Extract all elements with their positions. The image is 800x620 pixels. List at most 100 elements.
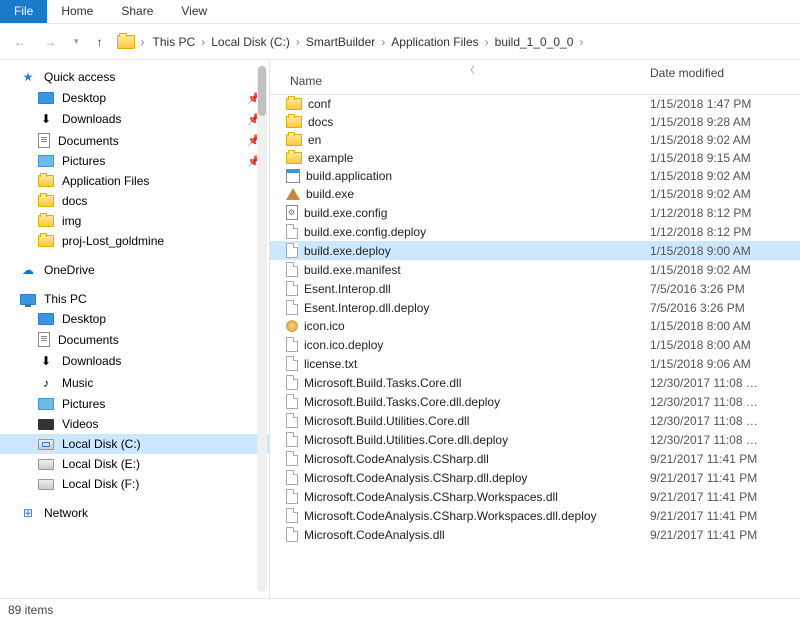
file-name: en — [308, 133, 650, 147]
nav-back[interactable]: ← — [10, 33, 30, 51]
tree-item[interactable]: ⬇Downloads📌 — [0, 108, 269, 130]
network-icon: ⊞ — [20, 505, 36, 521]
file-date: 12/30/2017 11:08 … — [650, 376, 800, 390]
file-row[interactable]: example1/15/2018 9:15 AM — [270, 149, 800, 167]
tree-this-pc[interactable]: This PC — [0, 289, 269, 309]
tree-item[interactable]: Desktop📌 — [0, 88, 269, 108]
file-icon — [286, 375, 298, 390]
chevron-right-icon[interactable]: › — [575, 35, 587, 49]
chevron-right-icon[interactable]: › — [197, 35, 209, 49]
file-row[interactable]: build.exe.config.deploy1/12/2018 8:12 PM — [270, 222, 800, 241]
file-row[interactable]: Microsoft.CodeAnalysis.CSharp.Workspaces… — [270, 487, 800, 506]
file-icon — [286, 300, 298, 315]
file-name: example — [308, 151, 650, 165]
file-row[interactable]: docs1/15/2018 9:28 AM — [270, 113, 800, 131]
tab-view[interactable]: View — [167, 0, 221, 23]
nav-up[interactable]: ↑ — [93, 33, 107, 51]
file-icon — [286, 281, 298, 296]
file-row[interactable]: build.exe.config1/12/2018 8:12 PM — [270, 203, 800, 222]
file-row[interactable]: Microsoft.Build.Tasks.Core.dll.deploy12/… — [270, 392, 800, 411]
tab-share[interactable]: Share — [107, 0, 167, 23]
chevron-right-icon[interactable]: › — [137, 35, 149, 49]
tree-item[interactable]: Local Disk (E:) — [0, 454, 269, 474]
ico-icon — [286, 320, 298, 332]
tree-item[interactable]: proj-Lost_goldmine — [0, 231, 269, 251]
document-icon — [38, 133, 50, 148]
file-name: Microsoft.CodeAnalysis.CSharp.dll.deploy — [304, 471, 650, 485]
chevron-right-icon[interactable]: › — [481, 35, 493, 49]
file-date: 9/21/2017 11:41 PM — [650, 528, 800, 542]
file-name: build.exe.manifest — [304, 263, 650, 277]
folder-icon — [286, 152, 302, 164]
breadcrumb-segment[interactable]: SmartBuilder — [304, 33, 377, 51]
tree-quick-access[interactable]: ★ Quick access — [0, 66, 269, 88]
tree-onedrive[interactable]: ☁ OneDrive — [0, 259, 269, 281]
file-row[interactable]: icon.ico1/15/2018 8:00 AM — [270, 317, 800, 335]
scrollbar[interactable] — [257, 66, 267, 592]
file-row[interactable]: conf1/15/2018 1:47 PM — [270, 95, 800, 113]
tree-item[interactable]: Application Files — [0, 171, 269, 191]
tree-item[interactable]: docs — [0, 191, 269, 211]
file-row[interactable]: build.exe1/15/2018 9:02 AM — [270, 185, 800, 203]
tree-item[interactable]: img — [0, 211, 269, 231]
file-row[interactable]: Esent.Interop.dll.deploy7/5/2016 3:26 PM — [270, 298, 800, 317]
file-icon — [286, 489, 298, 504]
file-name: build.exe — [306, 187, 650, 201]
file-name: Esent.Interop.dll — [304, 282, 650, 296]
breadcrumb[interactable]: › This PC›Local Disk (C:)›SmartBuilder›A… — [117, 35, 588, 49]
file-date: 9/21/2017 11:41 PM — [650, 452, 800, 466]
tree-item[interactable]: Desktop — [0, 309, 269, 329]
file-row[interactable]: build.exe.manifest1/15/2018 9:02 AM — [270, 260, 800, 279]
file-icon — [286, 527, 298, 542]
breadcrumb-segment[interactable]: This PC — [151, 33, 198, 51]
music-icon: ♪ — [38, 375, 54, 391]
tab-home[interactable]: Home — [47, 0, 107, 23]
col-date[interactable]: Date modified — [650, 66, 800, 88]
tab-file[interactable]: File — [0, 0, 47, 23]
nav-forward[interactable]: → — [40, 33, 60, 51]
tree-item[interactable]: Local Disk (C:) — [0, 434, 269, 454]
tree-item[interactable]: Local Disk (F:) — [0, 474, 269, 494]
tree-label: This PC — [44, 292, 87, 306]
file-date: 1/15/2018 9:15 AM — [650, 151, 800, 165]
file-date: 1/15/2018 9:00 AM — [650, 244, 800, 258]
col-name[interactable]: 〈 Name — [270, 66, 650, 88]
file-row[interactable]: Microsoft.CodeAnalysis.CSharp.dll.deploy… — [270, 468, 800, 487]
chevron-right-icon[interactable]: › — [292, 35, 304, 49]
tree-item[interactable]: Pictures📌 — [0, 151, 269, 171]
chevron-right-icon[interactable]: › — [377, 35, 389, 49]
col-label: Name — [290, 74, 322, 88]
tree-item[interactable]: Videos — [0, 414, 269, 434]
file-list[interactable]: conf1/15/2018 1:47 PMdocs1/15/2018 9:28 … — [270, 95, 800, 598]
tree-item[interactable]: Documents📌 — [0, 130, 269, 151]
breadcrumb-segment[interactable]: build_1_0_0_0 — [493, 33, 576, 51]
file-row[interactable]: icon.ico.deploy1/15/2018 8:00 AM — [270, 335, 800, 354]
tree-item[interactable]: ♪Music — [0, 372, 269, 394]
file-date: 12/30/2017 11:08 … — [650, 433, 800, 447]
file-date: 1/15/2018 9:28 AM — [650, 115, 800, 129]
file-row[interactable]: Microsoft.Build.Utilities.Core.dll.deplo… — [270, 430, 800, 449]
file-row[interactable]: Microsoft.Build.Tasks.Core.dll12/30/2017… — [270, 373, 800, 392]
tree-network[interactable]: ⊞ Network — [0, 502, 269, 524]
file-row[interactable]: Microsoft.CodeAnalysis.dll9/21/2017 11:4… — [270, 525, 800, 544]
file-row[interactable]: license.txt1/15/2018 9:06 AM — [270, 354, 800, 373]
file-date: 1/15/2018 9:06 AM — [650, 357, 800, 371]
file-row[interactable]: Microsoft.Build.Utilities.Core.dll12/30/… — [270, 411, 800, 430]
file-row[interactable]: Microsoft.CodeAnalysis.CSharp.Workspaces… — [270, 506, 800, 525]
tree-item[interactable]: ⬇Downloads — [0, 350, 269, 372]
file-row[interactable]: build.exe.deploy1/15/2018 9:00 AM — [270, 241, 800, 260]
file-icon — [286, 470, 298, 485]
nav-recent[interactable]: ▾ — [70, 34, 83, 49]
tree-label: Desktop — [62, 91, 106, 105]
disk-icon — [38, 439, 54, 450]
tree-item[interactable]: Documents — [0, 329, 269, 350]
tree-label: Downloads — [62, 112, 121, 126]
file-row[interactable]: Esent.Interop.dll7/5/2016 3:26 PM — [270, 279, 800, 298]
file-name: docs — [308, 115, 650, 129]
file-row[interactable]: en1/15/2018 9:02 AM — [270, 131, 800, 149]
breadcrumb-segment[interactable]: Application Files — [389, 33, 480, 51]
tree-item[interactable]: Pictures — [0, 394, 269, 414]
file-row[interactable]: Microsoft.CodeAnalysis.CSharp.dll9/21/20… — [270, 449, 800, 468]
file-row[interactable]: build.application1/15/2018 9:02 AM — [270, 167, 800, 185]
breadcrumb-segment[interactable]: Local Disk (C:) — [209, 33, 292, 51]
